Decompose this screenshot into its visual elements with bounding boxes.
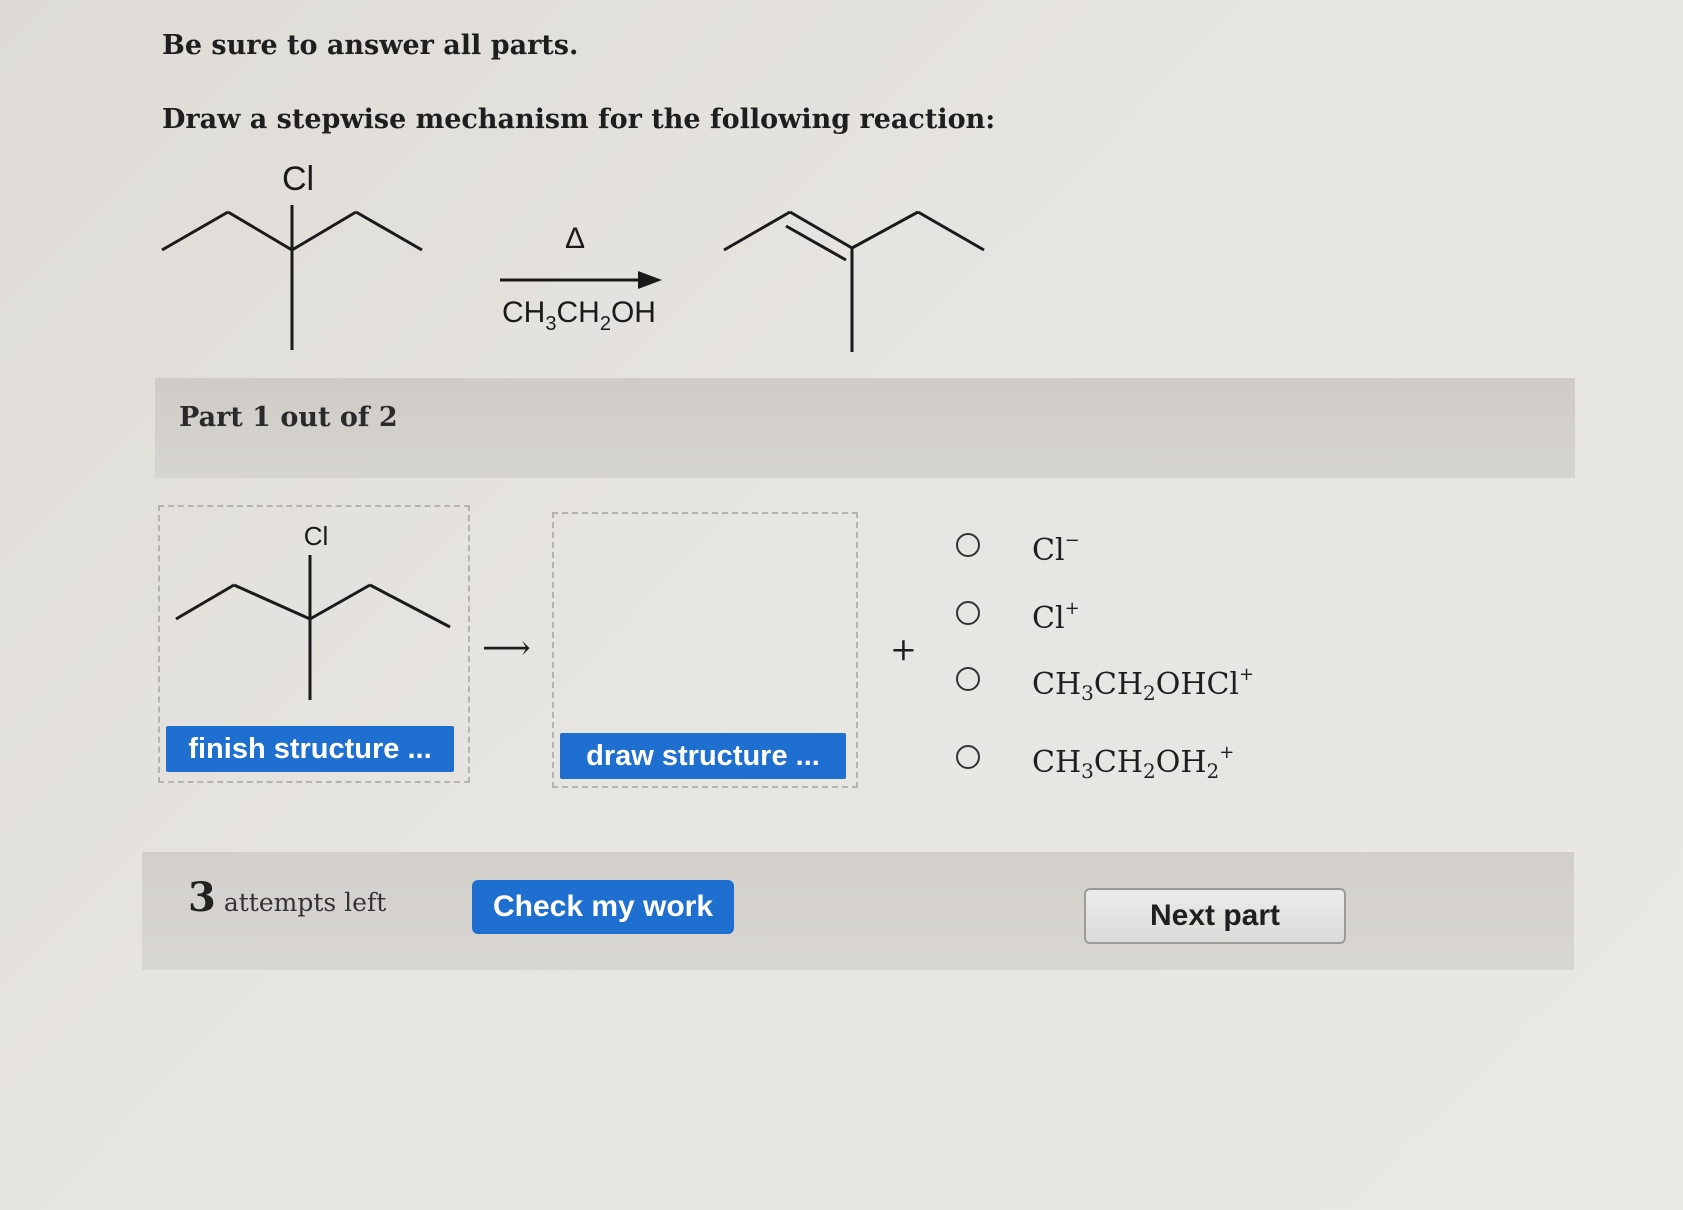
reaction-arrowhead: [638, 271, 662, 289]
plus-sign: +: [890, 630, 917, 668]
radio-button[interactable]: [956, 601, 980, 625]
condition-heat-label: Δ: [565, 222, 585, 255]
radio-button[interactable]: [956, 533, 980, 557]
reactant-structure-drawing: Cl: [175, 521, 451, 700]
structure-cl-label: Cl: [304, 521, 329, 551]
option-label: Cl−: [1032, 530, 1080, 568]
condition-solvent-label: CH3CH2OH: [502, 296, 656, 335]
instruction-draw-mechanism: Draw a stepwise mechanism for the follow…: [162, 104, 996, 135]
part-label: Part 1 out of 2: [179, 402, 398, 433]
finish-structure-button[interactable]: finish structure ...: [166, 726, 454, 772]
option-label: CH3CH2OHCl+: [1032, 664, 1255, 705]
check-my-work-button[interactable]: Check my work: [472, 880, 734, 934]
reactant-structure: [161, 205, 423, 350]
instruction-answer-all: Be sure to answer all parts.: [162, 30, 579, 61]
mechanism-arrow: ⟶: [482, 628, 531, 668]
product-structure: [723, 210, 985, 352]
radio-button[interactable]: [956, 745, 980, 769]
next-part-button[interactable]: Next part: [1084, 888, 1346, 944]
draw-structure-button[interactable]: draw structure ...: [560, 733, 846, 779]
part-header-band: Part 1 out of 2: [155, 378, 1575, 478]
footer-band: 3 attempts left Check my work Next part: [142, 852, 1574, 970]
radio-button[interactable]: [956, 667, 980, 691]
reactant-cl-label: Cl: [282, 160, 314, 198]
attempts-text: attempts left: [223, 888, 387, 917]
attempts-indicator: 3 attempts left: [188, 874, 386, 921]
attempts-count: 3: [188, 874, 216, 921]
option-label: Cl+: [1032, 598, 1080, 636]
reaction-scheme: Cl Δ CH3CH2OH: [161, 160, 985, 352]
option-label: CH3CH2OH2+: [1032, 742, 1235, 783]
